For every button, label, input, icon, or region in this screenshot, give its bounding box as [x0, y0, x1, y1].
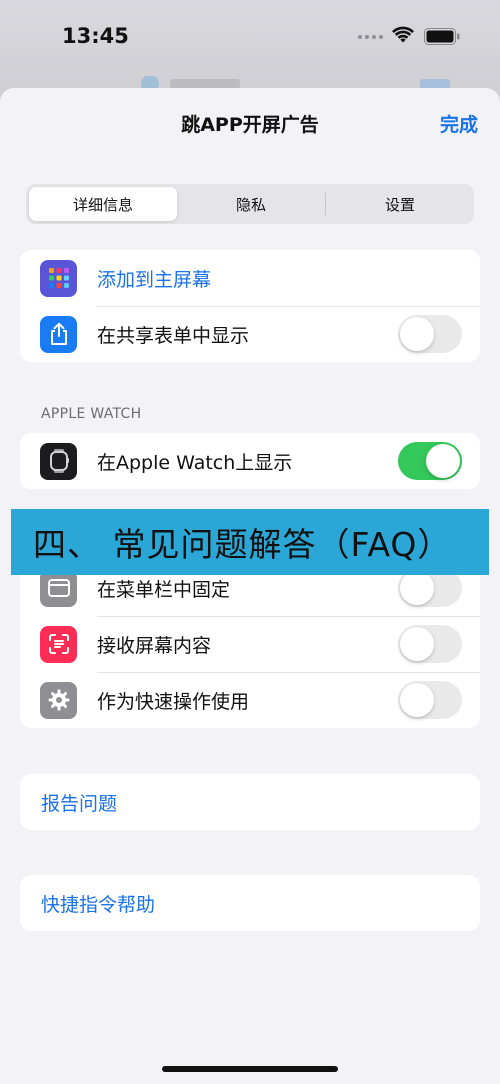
- apple-watch-toggle[interactable]: [398, 442, 462, 480]
- show-on-apple-watch-label: 在Apple Watch上显示: [97, 451, 293, 474]
- report-issue-row[interactable]: 报告问题: [20, 774, 480, 830]
- segment-privacy[interactable]: 隐私: [177, 187, 325, 221]
- show-in-share-sheet-label: 在共享表单中显示: [97, 324, 250, 347]
- sheet-title: 跳APP开屏广告: [181, 114, 319, 136]
- shortcut-details-sheet: 跳APP开屏广告 完成 详细信息 隐私 设置 添加到主屏幕 在共享表单中显示 A…: [0, 88, 500, 1084]
- sheet-header: 跳APP开屏广告 完成: [0, 88, 500, 158]
- pin-in-menu-bar-label: 在菜单栏中固定: [97, 578, 231, 601]
- mac-options-group: 在菜单栏中固定 接收屏幕内容 作为快速操作使用: [20, 560, 480, 728]
- status-bar: 13:45: [0, 0, 500, 80]
- gear-icon: [40, 681, 77, 719]
- screen-capture-icon: [40, 625, 77, 663]
- home-indicator[interactable]: [162, 1066, 338, 1072]
- report-issue-link: 报告问题: [41, 792, 118, 815]
- app-grid-icon: [40, 259, 77, 297]
- window-icon: [40, 569, 77, 607]
- segmented-control: 详细信息 隐私 设置: [26, 184, 474, 224]
- add-to-home-screen-label: 添加到主屏幕: [97, 268, 212, 291]
- segment-settings[interactable]: 设置: [326, 187, 474, 221]
- receive-screen-content-row: 接收屏幕内容: [20, 616, 480, 672]
- shortcuts-help-group: 快捷指令帮助: [20, 875, 480, 931]
- home-share-group: 添加到主屏幕 在共享表单中显示: [20, 250, 480, 362]
- battery-icon: [424, 28, 460, 45]
- segment-details[interactable]: 详细信息: [29, 187, 177, 221]
- receive-screen-content-label: 接收屏幕内容: [97, 634, 212, 657]
- wifi-icon: [392, 26, 414, 43]
- shortcuts-help-row[interactable]: 快捷指令帮助: [20, 875, 480, 931]
- show-on-apple-watch-row: 在Apple Watch上显示: [20, 433, 480, 489]
- use-as-quick-action-label: 作为快速操作使用: [97, 690, 250, 713]
- apple-watch-section-header: APPLE WATCH: [41, 406, 142, 422]
- quick-action-toggle[interactable]: [398, 681, 462, 719]
- share-sheet-toggle[interactable]: [398, 315, 462, 353]
- screen-content-toggle[interactable]: [398, 625, 462, 663]
- watch-icon: [40, 442, 77, 480]
- faq-overlay-banner: 四、 常见问题解答（FAQ）: [11, 509, 489, 575]
- cellular-signal-icon: [358, 35, 384, 41]
- apple-watch-group: 在Apple Watch上显示: [20, 433, 480, 489]
- done-button[interactable]: 完成: [440, 110, 478, 137]
- use-as-quick-action-row: 作为快速操作使用: [20, 672, 480, 728]
- show-in-share-sheet-row: 在共享表单中显示: [20, 306, 480, 362]
- shortcuts-help-link: 快捷指令帮助: [41, 893, 156, 916]
- add-to-home-screen-row[interactable]: 添加到主屏幕: [20, 250, 480, 306]
- report-issue-group: 报告问题: [20, 774, 480, 830]
- status-time: 13:45: [62, 24, 129, 48]
- faq-banner-text: 四、 常见问题解答（FAQ）: [33, 525, 452, 564]
- share-icon: [40, 315, 77, 353]
